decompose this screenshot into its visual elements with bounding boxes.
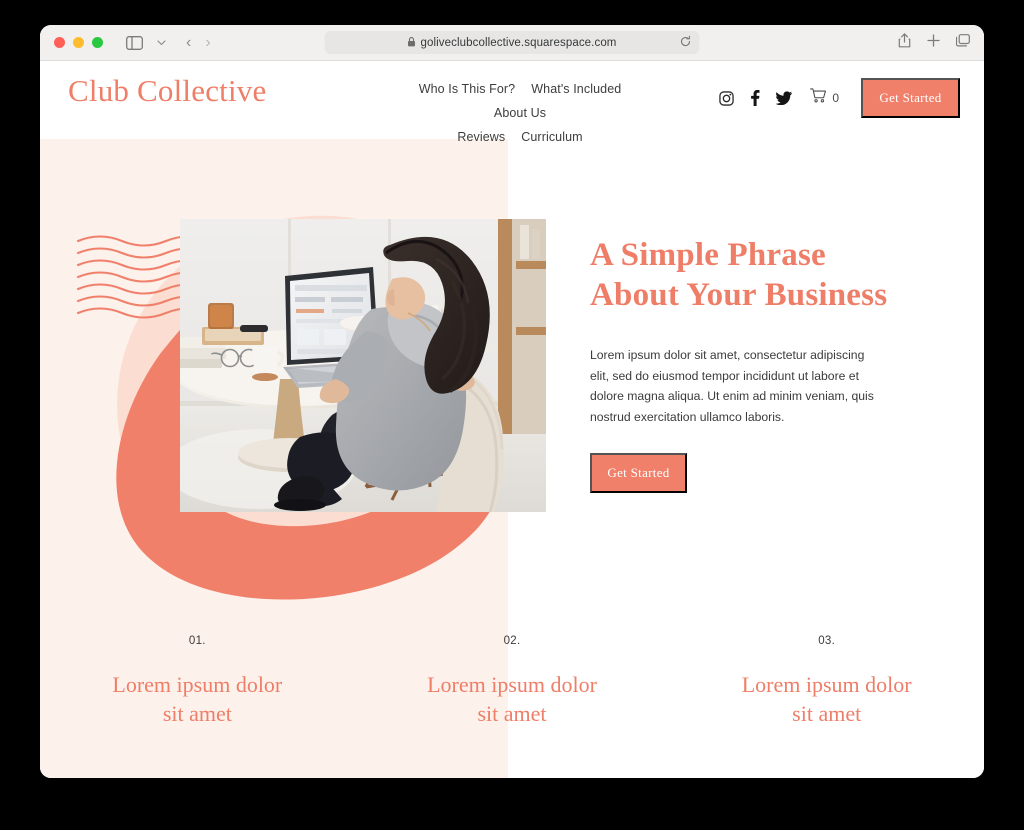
window-controls [54, 37, 103, 48]
hero-get-started-button[interactable]: Get Started [590, 453, 687, 493]
forward-button[interactable]: › [205, 34, 210, 51]
plus-icon[interactable] [927, 34, 940, 52]
browser-window: ‹ › goliveclubcollective.squarespace.com [40, 25, 984, 778]
header-actions: 0 Get Started [719, 78, 960, 118]
nav-item-who-is-this-for[interactable]: Who Is This For? [419, 78, 516, 101]
nav-item-curriculum[interactable]: Curriculum [521, 126, 582, 149]
feature-title: Lorem ipsum dolor sit amet [112, 672, 283, 726]
feature-columns: 01. Lorem ipsum dolor sit amet 02. Lorem… [40, 635, 984, 728]
close-window-button[interactable] [54, 37, 65, 48]
header-get-started-button[interactable]: Get Started [861, 78, 960, 118]
nav-item-whats-included[interactable]: What's Included [531, 78, 621, 101]
minimize-window-button[interactable] [73, 37, 84, 48]
site-logo[interactable]: Club Collective [68, 73, 266, 109]
address-bar[interactable]: goliveclubcollective.squarespace.com [324, 31, 700, 54]
feature-column-2: 02. Lorem ipsum dolor sit amet [355, 635, 670, 728]
social-links [719, 90, 793, 106]
screenshot-root: ‹ › goliveclubcollective.squarespace.com [0, 0, 1024, 830]
hero-title-line-2: About Your Business [590, 277, 888, 313]
facebook-icon[interactable] [750, 90, 760, 106]
hero-title: A Simple Phrase About Your Business [590, 235, 890, 315]
feature-column-3: 03. Lorem ipsum dolor sit amet [669, 635, 984, 728]
lock-icon [407, 36, 415, 49]
cart-button[interactable]: 0 [810, 88, 839, 108]
main-navigation: Who Is This For? What's IncludedAbout Us R… [385, 77, 655, 149]
twitter-icon[interactable] [776, 91, 793, 105]
url-text: goliveclubcollective.squarespace.com [420, 36, 617, 49]
hero-photo [180, 219, 546, 512]
feature-number: 01. [188, 635, 206, 647]
hero-body-text: Lorem ipsum dolor sit amet, consectetur … [590, 348, 874, 424]
cart-count: 0 [832, 91, 839, 105]
feature-number: 03. [818, 635, 836, 647]
hero-title-line-1: A Simple Phrase [590, 237, 826, 273]
nav-item-reviews[interactable]: Reviews [457, 126, 505, 149]
feature-column-1: 01. Lorem ipsum dolor sit amet [40, 635, 355, 728]
tab-overview-icon[interactable] [955, 34, 970, 52]
chevron-down-icon[interactable] [150, 32, 172, 54]
back-button[interactable]: ‹ [186, 34, 191, 51]
sidebar-toggle-icon[interactable] [123, 32, 145, 54]
page-viewport: Club Collective Who Is This For? What's I… [40, 61, 984, 778]
instagram-icon[interactable] [719, 90, 735, 106]
hero-text-block: A Simple Phrase About Your Business Lore… [590, 235, 890, 493]
nav-item-about-us[interactable]: About Us [494, 102, 546, 125]
browser-toolbar: ‹ › goliveclubcollective.squarespace.com [40, 25, 984, 61]
toolbar-right-actions [898, 25, 970, 61]
feature-number: 02. [503, 635, 521, 647]
zoom-window-button[interactable] [92, 37, 103, 48]
reload-icon[interactable] [680, 35, 692, 50]
navigation-arrows: ‹ › [186, 34, 211, 51]
share-icon[interactable] [898, 33, 911, 53]
feature-title: Lorem ipsum dolor sit amet [427, 672, 597, 726]
cart-icon [810, 88, 827, 108]
sidebar-controls [123, 32, 172, 54]
hero-section: A Simple Phrase About Your Business Lore… [40, 139, 984, 778]
feature-title: Lorem ipsum dolor sit amet [741, 672, 912, 726]
site-header: Club Collective Who Is This For? What's I… [40, 61, 984, 144]
